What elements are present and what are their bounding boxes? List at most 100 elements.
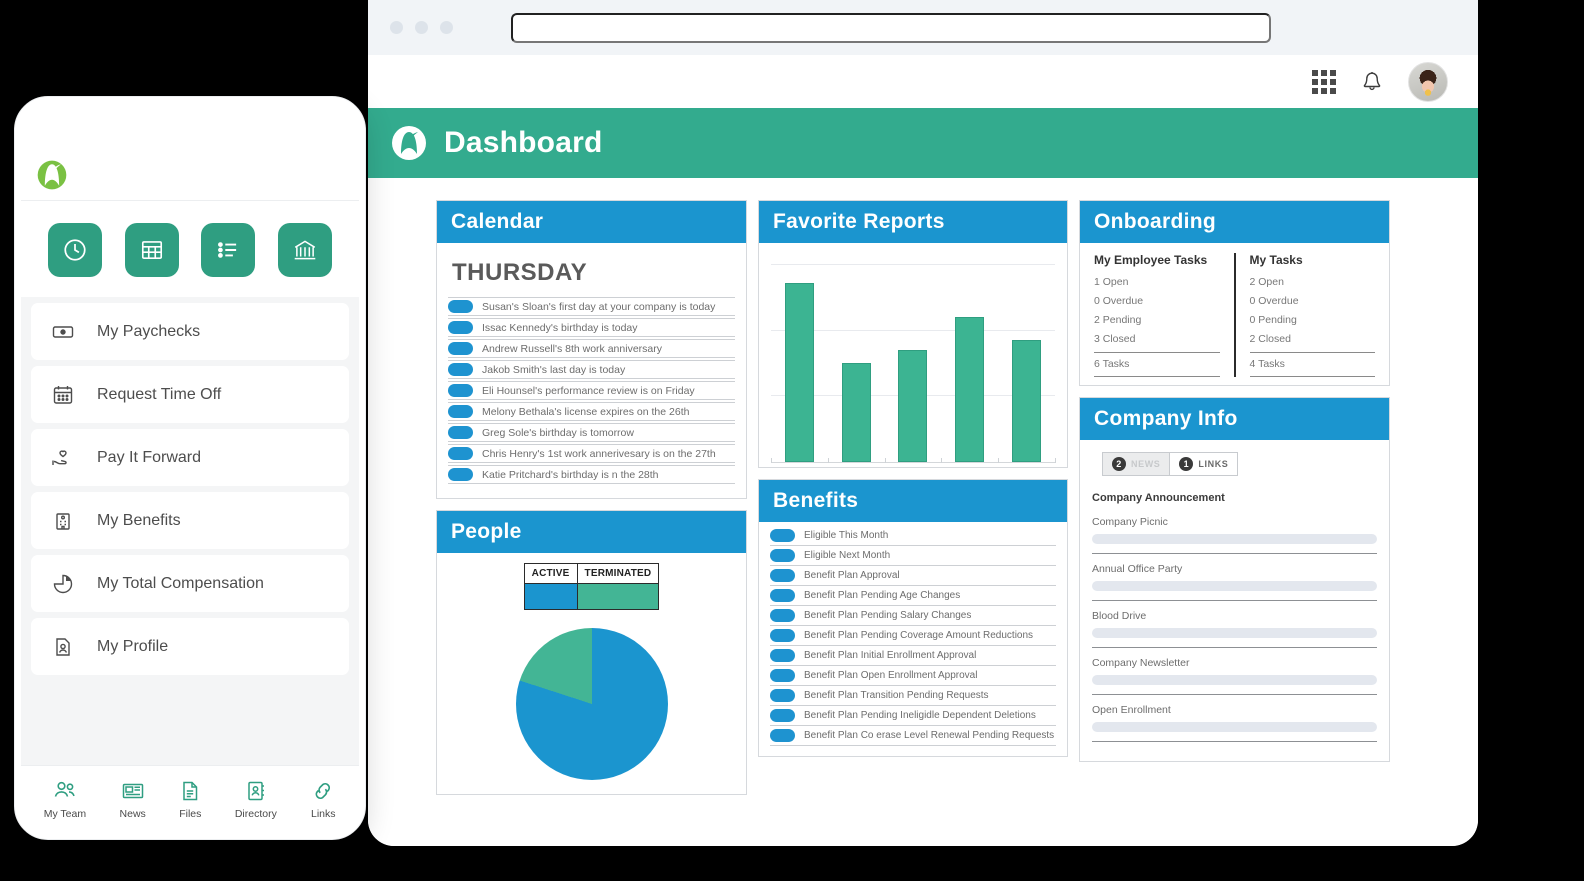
calendar-panel-title: Calendar	[437, 201, 746, 243]
calendar-event-item[interactable]: Andrew Russell's 8th work anniversary	[448, 339, 735, 358]
calendar-panel-body: THURSDAY Susan's Sloan's first day at yo…	[437, 243, 746, 498]
calendar-event-item[interactable]: Jakob Smith's last day is today	[448, 360, 735, 379]
benefit-item-label: Benefit Plan Open Enrollment Approval	[804, 670, 978, 681]
chart-bar[interactable]	[955, 317, 985, 462]
mobile-tab-my-team[interactable]: My Team	[44, 779, 86, 820]
user-avatar[interactable]	[1408, 61, 1448, 102]
benefit-item[interactable]: Eligible This Month	[770, 526, 1056, 546]
benefit-item[interactable]: Benefit Plan Transition Pending Requests	[770, 686, 1056, 706]
company-announcement-divider	[1092, 600, 1377, 601]
document-icon	[179, 779, 201, 803]
company-info-tab-news[interactable]: 2 NEWS	[1102, 452, 1171, 476]
mobile-tab-directory[interactable]: Directory	[235, 779, 277, 820]
chart-bar[interactable]	[784, 282, 814, 462]
company-announcement-list: Company Picnic Annual Office Party Blood D…	[1092, 516, 1377, 742]
onboarding-panel-body: My Employee Tasks 1 Open 0 Overdue 2 Pendin…	[1080, 243, 1389, 385]
close-window-dot[interactable]	[390, 21, 403, 34]
onboarding-status-line: 0 Pending	[1249, 314, 1297, 326]
mobile-tab-files[interactable]: Files	[179, 779, 201, 820]
benefit-status-pill	[770, 709, 795, 722]
benefit-item[interactable]: Eligible Next Month	[770, 546, 1056, 566]
benefits-panel-title: Benefits	[759, 480, 1067, 522]
list-icon[interactable]	[201, 223, 256, 277]
mobile-menu-item-label: My Paychecks	[97, 322, 201, 340]
clock-icon[interactable]	[48, 223, 103, 277]
calendar-event-item[interactable]: Katie Pritchard's birthday is n the 28th	[448, 465, 735, 484]
mobile-menu-item-pay-it-forward[interactable]: Pay It Forward	[31, 429, 349, 486]
chart-bar[interactable]	[1012, 340, 1042, 462]
benefit-item-label: Eligible This Month	[804, 530, 889, 541]
calendar-panel: Calendar THURSDAY Susan's Sloan's first …	[436, 200, 747, 499]
app-header: Dashboard	[368, 108, 1478, 178]
benefit-item[interactable]: Benefit Plan Pending Salary Changes	[770, 606, 1056, 626]
company-announcement-item[interactable]: Annual Office Party	[1092, 563, 1377, 601]
company-announcement-placeholder-bar	[1092, 675, 1377, 685]
legend-swatch-active	[523, 583, 578, 610]
address-bar[interactable]	[511, 12, 1271, 43]
calendar-event-item[interactable]: Chris Henry's 1st work annerivesary is o…	[448, 444, 735, 463]
benefit-item[interactable]: Benefit Plan Approval	[770, 566, 1056, 586]
company-n-logo	[35, 158, 69, 192]
mobile-menu-item-my-benefits[interactable]: My Benefits	[31, 492, 349, 549]
minimize-window-dot[interactable]	[415, 21, 428, 34]
mobile-tab-news[interactable]: News	[120, 779, 146, 820]
calendar-event-item[interactable]: Melony Bethala's license expires on the …	[448, 402, 735, 421]
table-grid-icon[interactable]	[124, 223, 179, 277]
mobile-menu-item-my-paychecks[interactable]: My Paychecks	[31, 303, 349, 360]
mobile-menu-item-request-time-off[interactable]: Request Time Off	[31, 366, 349, 423]
onboarding-status-line: 1 Open	[1094, 276, 1129, 288]
newspaper-icon	[120, 779, 146, 803]
calendar-event-label: Greg Sole's birthday is tomorrow	[482, 426, 634, 439]
company-announcement-label: Blood Drive	[1092, 610, 1147, 622]
mobile-tab-label: News	[119, 808, 146, 820]
company-info-tabs: 2 NEWS 1 LINKS	[1102, 452, 1377, 476]
company-announcement-item[interactable]: Company Picnic	[1092, 516, 1377, 554]
calendar-event-item[interactable]: Susan's Sloan's first day at your compan…	[448, 297, 735, 316]
company-announcement-item[interactable]: Open Enrollment	[1092, 704, 1377, 742]
chart-bar[interactable]	[898, 349, 928, 462]
people-pie-chart	[515, 628, 668, 780]
benefit-item[interactable]: Benefit Plan Initial Enrollment Approval	[770, 646, 1056, 666]
company-announcement-divider	[1092, 553, 1377, 554]
company-announcement-item[interactable]: Blood Drive	[1092, 610, 1377, 648]
benefit-item[interactable]: Benefit Plan Co erase Level Renewal Pend…	[770, 726, 1056, 746]
hospital-icon	[51, 509, 75, 533]
mobile-menu-item-my-total-compensation[interactable]: My Total Compensation	[31, 555, 349, 612]
calendar-event-item[interactable]: Eli Hounsel's performance review is on F…	[448, 381, 735, 400]
company-info-tab-links[interactable]: 1 LINKS	[1170, 452, 1239, 476]
grid-apps-icon[interactable]	[1312, 69, 1336, 94]
event-status-pill	[448, 468, 473, 481]
company-announcement-label: Company Newsletter	[1092, 657, 1190, 669]
calendar-event-item[interactable]: Issac Kennedy's birthday is today	[448, 318, 735, 337]
calendar-event-item[interactable]: Greg Sole's birthday is tomorrow	[448, 423, 735, 442]
event-status-pill	[448, 384, 473, 397]
benefit-item[interactable]: Benefit Plan Pending Age Changes	[770, 586, 1056, 606]
benefit-item[interactable]: Benefit Plan Pending Coverage Amount Red…	[770, 626, 1056, 646]
onboarding-status-line: 0 Overdue	[1094, 295, 1144, 307]
company-announcement-divider	[1092, 694, 1377, 695]
mobile-menu-item-label: My Total Compensation	[97, 574, 264, 592]
bank-icon[interactable]	[277, 223, 332, 277]
maximize-window-dot[interactable]	[440, 21, 453, 34]
company-announcement-item[interactable]: Company Newsletter	[1092, 657, 1377, 695]
calendar-icon	[51, 383, 75, 407]
company-info-panel: Company Info 2 NEWS 1 LINKS Company Announc…	[1079, 397, 1390, 762]
benefit-item[interactable]: Benefit Plan Open Enrollment Approval	[770, 666, 1056, 686]
benefit-item-label: Benefit Plan Pending Ineligidle Dependen…	[804, 710, 1036, 721]
mobile-tab-links[interactable]: Links	[310, 779, 336, 820]
browser-window: Dashboard Calendar THURSDAY Susan's Sloa…	[368, 0, 1478, 846]
benefits-panel-body: Eligible This Month Eligible Next Month Be…	[759, 522, 1067, 756]
legend-header-terminated: TERMINATED	[576, 563, 660, 584]
mobile-menu-item-my-profile[interactable]: My Profile	[31, 618, 349, 675]
calendar-event-label: Katie Pritchard's birthday is n the 28th	[482, 468, 659, 481]
bell-icon[interactable]	[1362, 71, 1382, 93]
window-controls	[390, 21, 453, 34]
favorite-reports-panel: Favorite Reports	[758, 200, 1068, 468]
dashboard-column-middle: Favorite Reports Benefits Eligible This …	[758, 200, 1068, 757]
benefit-item[interactable]: Benefit Plan Pending Ineligidle Dependen…	[770, 706, 1056, 726]
chart-axis-tick	[1055, 458, 1056, 463]
benefit-item-label: Benefit Plan Pending Coverage Amount Red…	[804, 630, 1034, 641]
chart-axis-tick	[941, 458, 943, 463]
chart-bar[interactable]	[841, 363, 871, 462]
event-status-pill	[448, 300, 473, 313]
